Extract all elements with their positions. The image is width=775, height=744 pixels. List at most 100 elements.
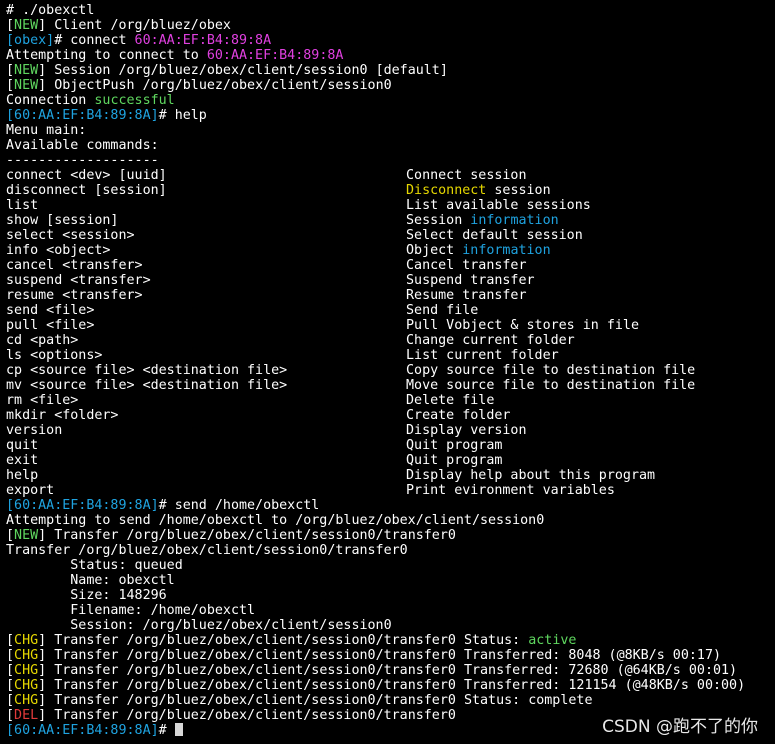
terminal-text-segment: # help bbox=[158, 108, 207, 123]
terminal-line: Status: queued bbox=[6, 558, 775, 573]
terminal-text-segment: Disconnect bbox=[406, 183, 487, 198]
terminal-line: [NEW] ObjectPush /org/bluez/obex/client/… bbox=[6, 78, 775, 93]
command-name: pull <file> bbox=[6, 318, 95, 333]
terminal-line: Filename: /home/obexctl bbox=[6, 603, 775, 618]
terminal-text-segment: List available sessions bbox=[406, 198, 591, 213]
terminal-line: [NEW] Client /org/bluez/obex bbox=[6, 18, 775, 33]
terminal-line: cd <path> Change current folder bbox=[6, 333, 775, 348]
command-name: mkdir <folder> bbox=[6, 408, 119, 423]
terminal-text-segment: Name: obexctl bbox=[6, 573, 175, 588]
csdn-watermark: CSDN @跑不了的你 bbox=[602, 717, 758, 737]
terminal-text-segment: Resume transfer bbox=[406, 288, 527, 303]
command-name: cancel <transfer> bbox=[6, 258, 143, 273]
command-description: Resume transfer bbox=[406, 288, 527, 303]
terminal-line: rm <file> Delete file bbox=[6, 393, 775, 408]
terminal-text-segment: CHG bbox=[14, 678, 39, 693]
terminal-text-segment: CHG bbox=[14, 663, 39, 678]
terminal-line: export Print evironment variables bbox=[6, 483, 775, 498]
command-name: info <object> bbox=[6, 243, 111, 258]
terminal-line: resume <transfer> Resume transfer bbox=[6, 288, 775, 303]
terminal-line: mv <source file> <destination file> Move … bbox=[6, 378, 775, 393]
terminal-text-segment: Object bbox=[406, 243, 463, 258]
terminal-text-segment: Attempting to send /home/obexctl to /org… bbox=[6, 513, 545, 528]
command-name: cd <path> bbox=[6, 333, 79, 348]
terminal-text-segment: information bbox=[470, 213, 559, 228]
terminal-text-segment: ] Transfer /org/bluez/obex/client/sessio… bbox=[38, 528, 456, 543]
terminal-text-segment: 60:AA:EF:B4:89:8A bbox=[134, 33, 272, 48]
terminal-text-segment: [ bbox=[6, 648, 15, 663]
command-description: Disconnect session bbox=[406, 183, 551, 198]
terminal-text-segment: Quit program bbox=[406, 438, 503, 453]
text-cursor bbox=[174, 723, 183, 736]
terminal-text-segment: Status: queued bbox=[6, 558, 183, 573]
terminal-text-segment: # ./obexctl bbox=[6, 3, 95, 18]
terminal-text-segment: ] Transfer /org/bluez/obex/client/sessio… bbox=[38, 708, 456, 723]
terminal-window[interactable]: # ./obexctl [NEW] Client /org/bluez/obex[… bbox=[0, 0, 775, 744]
terminal-text-segment: Display help about this program bbox=[406, 468, 656, 483]
terminal-line: [CHG] Transfer /org/bluez/obex/client/se… bbox=[6, 633, 775, 648]
terminal-line: cancel <transfer> Cancel transfer bbox=[6, 258, 775, 273]
terminal-line: pull <file> Pull Vobject & stores in file bbox=[6, 318, 775, 333]
terminal-line: list List available sessions bbox=[6, 198, 775, 213]
terminal-text-segment: ] Session /org/bluez/obex/client/session… bbox=[38, 63, 448, 78]
terminal-text-segment: ] Transfer /org/bluez/obex/client/sessio… bbox=[38, 678, 746, 693]
terminal-text-segment: [ bbox=[6, 63, 15, 78]
terminal-text-segment: Cancel transfer bbox=[406, 258, 527, 273]
terminal-text-segment: ] Transfer /org/bluez/obex/client/sessio… bbox=[38, 648, 722, 663]
terminal-text-segment: Pull Vobject & stores in file bbox=[406, 318, 639, 333]
terminal-text-segment: Filename: /home/obexctl bbox=[6, 603, 256, 618]
terminal-text-segment: [ bbox=[6, 78, 15, 93]
command-description: Pull Vobject & stores in file bbox=[406, 318, 639, 333]
command-name: quit bbox=[6, 438, 39, 453]
terminal-text-segment: CHG bbox=[14, 648, 39, 663]
command-description: Cancel transfer bbox=[406, 258, 527, 273]
terminal-text-segment: CHG bbox=[14, 693, 39, 708]
terminal-text-segment: Display version bbox=[406, 423, 527, 438]
terminal-text-segment: Send file bbox=[406, 303, 479, 318]
command-description: List current folder bbox=[406, 348, 559, 363]
command-name: resume <transfer> bbox=[6, 288, 143, 303]
terminal-line: [60:AA:EF:B4:89:8A]# help bbox=[6, 108, 775, 123]
terminal-line: show [session] Session information bbox=[6, 213, 775, 228]
command-description: Send file bbox=[406, 303, 478, 318]
command-description: Change current folder bbox=[406, 333, 575, 348]
terminal-line: version Display version bbox=[6, 423, 775, 438]
terminal-text-segment: Suspend transfer bbox=[406, 273, 535, 288]
command-name: connect <dev> [uuid] bbox=[6, 168, 167, 183]
terminal-text-segment: Create folder bbox=[406, 408, 511, 423]
command-name: disconnect [session] bbox=[6, 183, 167, 198]
terminal-text-segment: ] Client /org/bluez/obex bbox=[38, 18, 231, 33]
terminal-text-segment: Connection bbox=[6, 93, 95, 108]
terminal-line: suspend <transfer> Suspend transfer bbox=[6, 273, 775, 288]
terminal-line: Attempting to connect to 60:AA:EF:B4:89:… bbox=[6, 48, 775, 63]
terminal-text-segment: [ bbox=[6, 633, 15, 648]
terminal-line: Size: 148296 bbox=[6, 588, 775, 603]
terminal-text-segment: Attempting to connect to bbox=[6, 48, 207, 63]
terminal-line: Session: /org/bluez/obex/client/session0 bbox=[6, 618, 775, 633]
terminal-text-segment: ] Transfer /org/bluez/obex/client/sessio… bbox=[38, 663, 738, 678]
terminal-text-segment: NEW bbox=[14, 18, 39, 33]
command-description: Copy source file to destination file bbox=[406, 363, 695, 378]
terminal-text-segment: successful bbox=[94, 93, 175, 108]
terminal-text-segment: CHG bbox=[14, 633, 39, 648]
terminal-text-segment: information bbox=[462, 243, 551, 258]
terminal-text-segment: NEW bbox=[14, 528, 39, 543]
terminal-line: exit Quit program bbox=[6, 453, 775, 468]
terminal-text-segment: session bbox=[486, 183, 551, 198]
command-name: mv <source file> <destination file> bbox=[6, 378, 288, 393]
terminal-line: info <object> Object information bbox=[6, 243, 775, 258]
terminal-line: ls <options> List current folder bbox=[6, 348, 775, 363]
command-name: cp <source file> <destination file> bbox=[6, 363, 288, 378]
terminal-line: [60:AA:EF:B4:89:8A]# send /home/obexctl bbox=[6, 498, 775, 513]
terminal-text-segment: Connect session bbox=[406, 168, 527, 183]
terminal-line: send <file> Send file bbox=[6, 303, 775, 318]
command-description: Quit program bbox=[406, 453, 502, 468]
command-description: Session information bbox=[406, 213, 559, 228]
terminal-text-segment: Move source file to destination file bbox=[406, 378, 696, 393]
terminal-text-segment: Copy source file to destination file bbox=[406, 363, 696, 378]
command-name: show [session] bbox=[6, 213, 119, 228]
terminal-text-segment: NEW bbox=[14, 78, 39, 93]
terminal-line: # ./obexctl bbox=[6, 3, 775, 18]
terminal-line: [CHG] Transfer /org/bluez/obex/client/se… bbox=[6, 678, 775, 693]
terminal-text-segment: List current folder bbox=[406, 348, 559, 363]
